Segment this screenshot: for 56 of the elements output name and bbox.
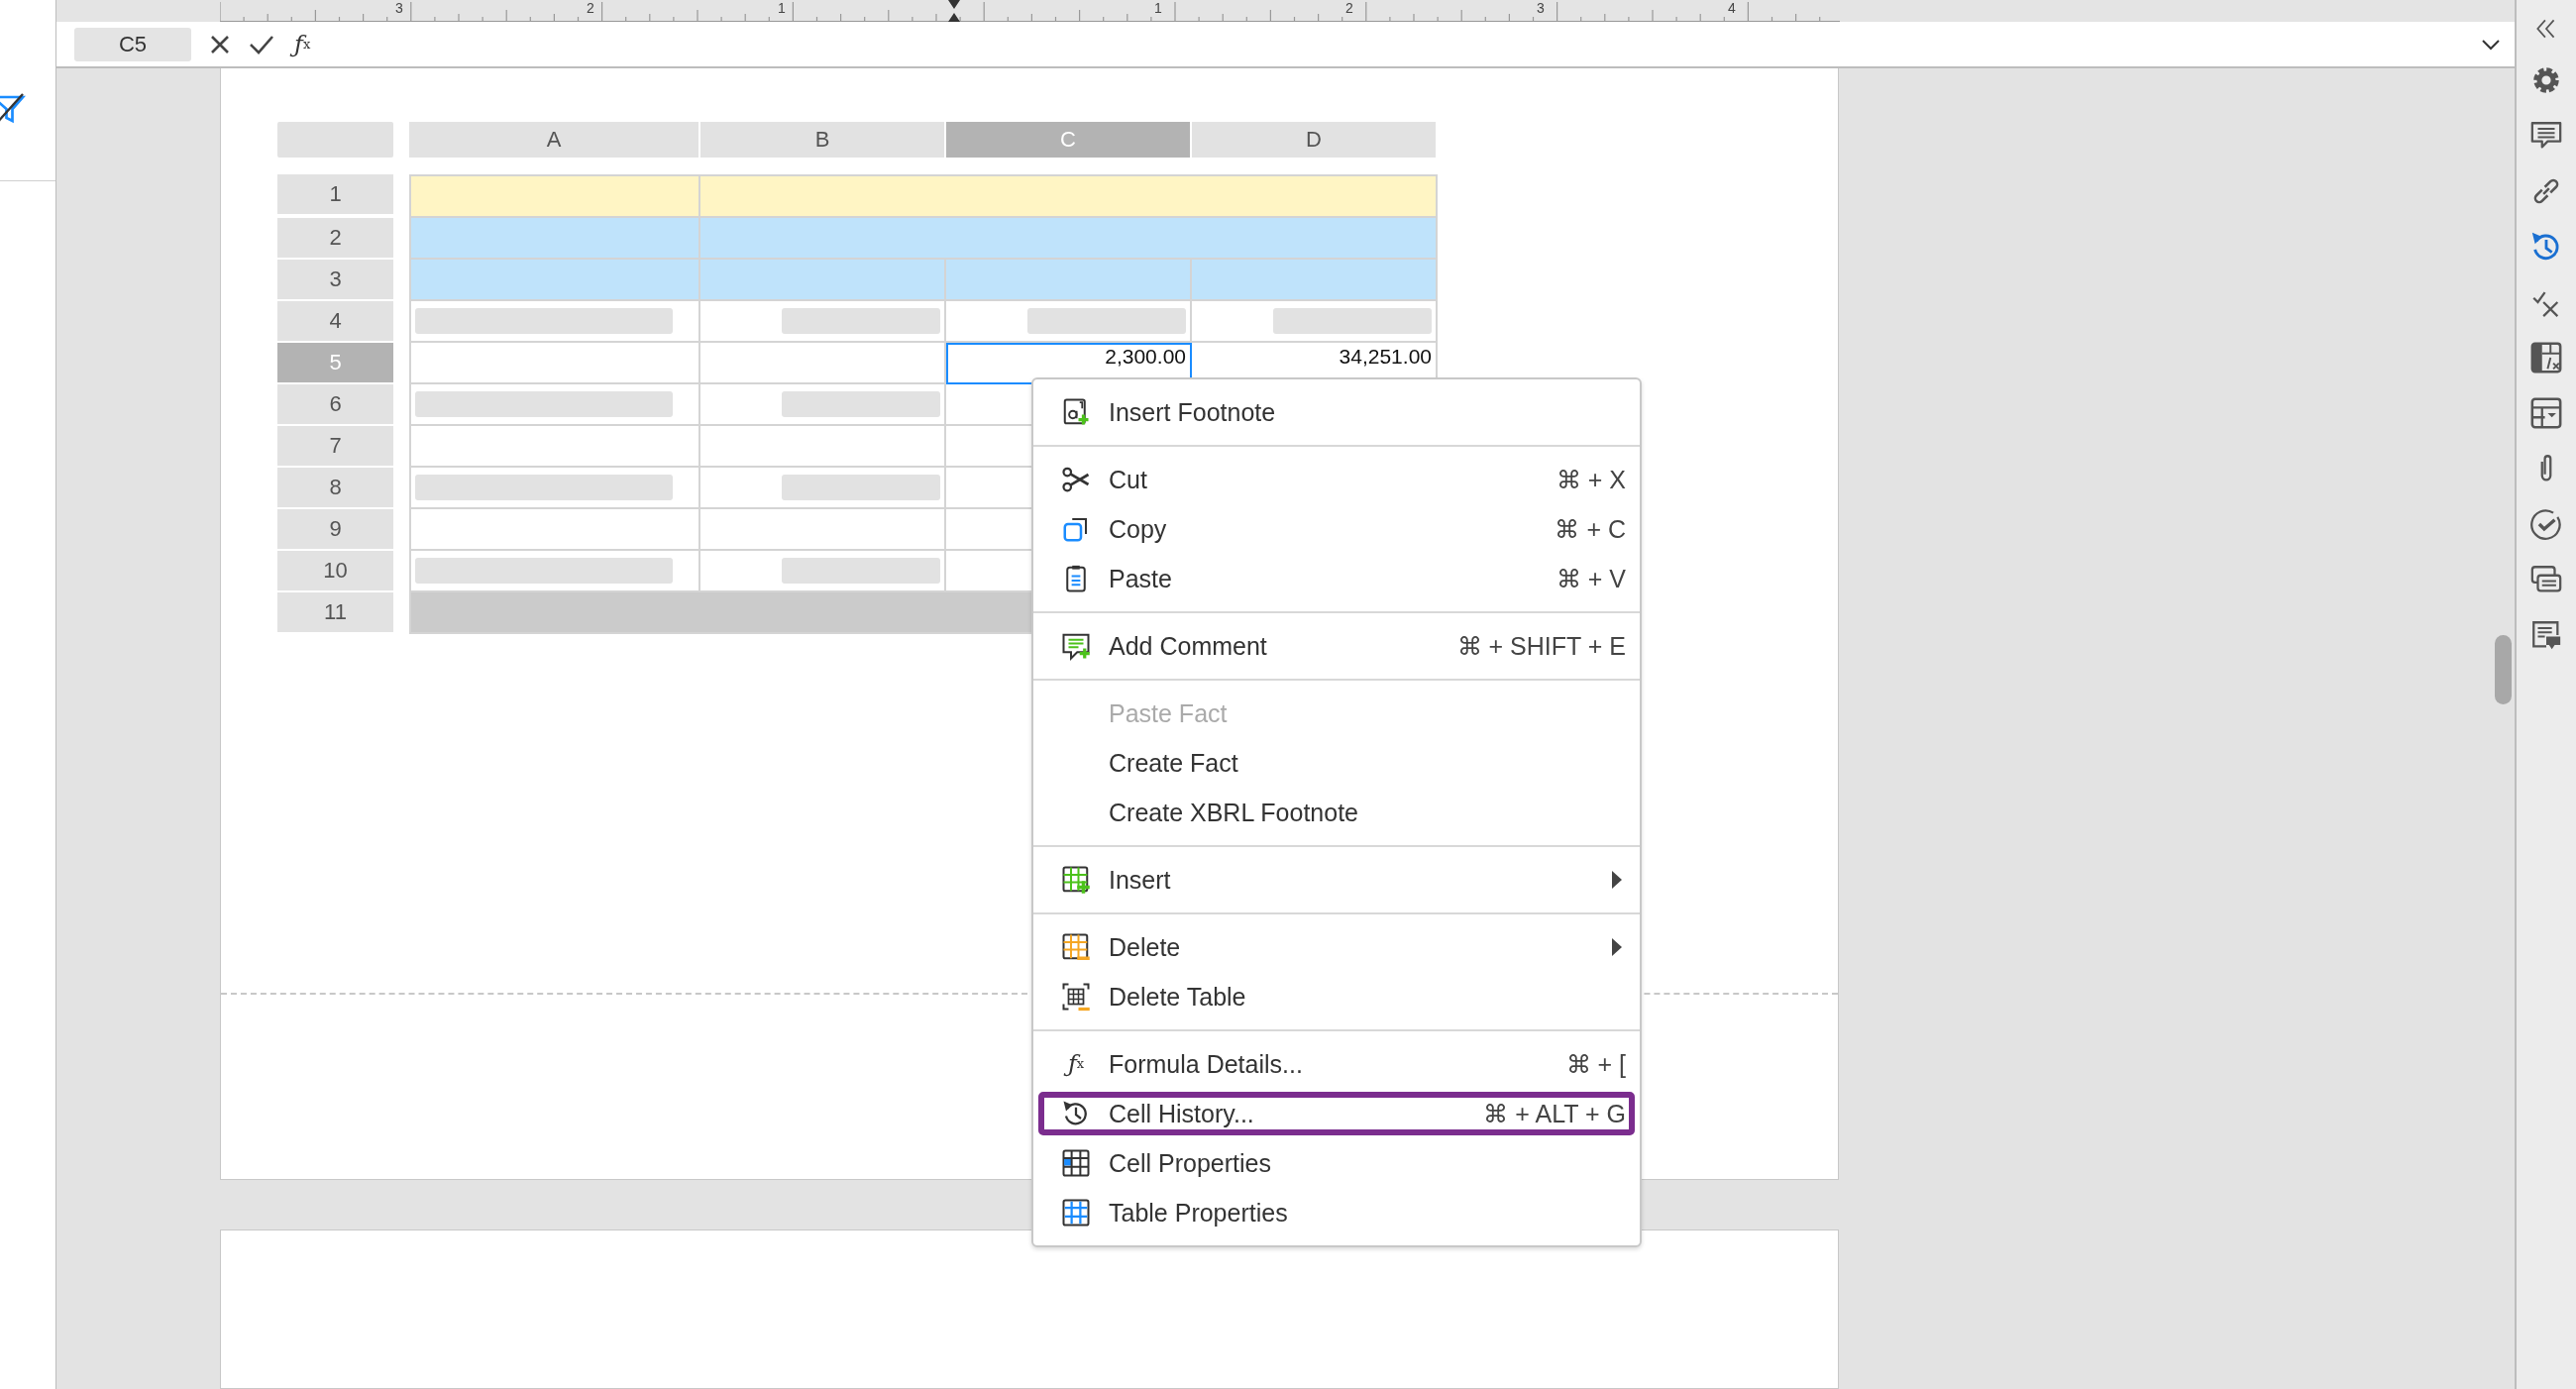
row-header[interactable]: 3	[277, 260, 393, 299]
table-minus-icon	[1061, 932, 1091, 962]
menu-item[interactable]: Copy ⌘ + C	[1033, 504, 1640, 554]
grid-icon	[1061, 1148, 1091, 1178]
chevron-down-icon[interactable]	[2481, 38, 2501, 51]
column-header[interactable]: B	[700, 122, 944, 158]
menu-item[interactable]: Cut ⌘ + X	[1033, 455, 1640, 504]
row-header[interactable]: 9	[277, 509, 393, 549]
ruler-number: 1	[778, 0, 786, 16]
row-header[interactable]: 6	[277, 384, 393, 424]
note-comment-icon[interactable]	[2529, 618, 2563, 652]
shortcut: ⌘ + SHIFT + E	[1456, 631, 1626, 661]
menu-item[interactable]: Insert Footnote	[1033, 387, 1640, 437]
menu-item[interactable]: Cell History... ⌘ + ALT + G	[1035, 1089, 1638, 1138]
cancel-icon[interactable]	[209, 33, 231, 55]
menu-item[interactable]: Delete	[1033, 922, 1640, 972]
table-grid-icon	[1061, 1198, 1091, 1228]
table-plus-icon	[1061, 865, 1091, 895]
table-delete-icon	[1061, 982, 1091, 1012]
ruler-number: 3	[395, 0, 403, 16]
comment-icon	[1061, 631, 1091, 661]
row-header[interactable]: 1	[277, 174, 393, 214]
scissors-icon	[1061, 465, 1091, 494]
ruler-number: 2	[1345, 0, 1353, 16]
indent-marker-icon[interactable]	[948, 0, 960, 22]
ruler-number: 2	[587, 0, 594, 16]
shortcut: ⌘ + V	[1556, 564, 1626, 593]
ruler-number: 1	[1154, 0, 1162, 16]
column-header[interactable]: D	[1192, 122, 1436, 158]
menu-item[interactable]: Delete Table	[1033, 972, 1640, 1021]
cell-reference-field[interactable]: C5	[74, 27, 191, 61]
menu-item[interactable]: Create XBRL Footnote	[1033, 788, 1640, 837]
footnote-icon	[1061, 397, 1091, 427]
row-header[interactable]: 7	[277, 426, 393, 466]
shortcut: ⌘ + [	[1565, 1049, 1626, 1079]
row-header[interactable]: 2	[277, 218, 393, 258]
table-formula-icon[interactable]	[2529, 341, 2563, 374]
column-header[interactable]: A	[409, 122, 698, 158]
scrollbar-thumb[interactable]	[2495, 635, 2512, 704]
row-header[interactable]: 8	[277, 468, 393, 507]
check-circle-icon[interactable]	[2529, 507, 2563, 541]
menu-item[interactable]: Add Comment ⌘ + SHIFT + E	[1033, 621, 1640, 671]
shortcut: ⌘ + ALT + G	[1483, 1099, 1626, 1128]
ruler-number: 4	[1728, 0, 1736, 16]
menu-item[interactable]: Table Properties	[1033, 1188, 1640, 1237]
menu-item[interactable]: Cell Properties	[1033, 1138, 1640, 1188]
row-header[interactable]: 10	[277, 551, 393, 590]
menu-item[interactable]: Paste ⌘ + V	[1033, 554, 1640, 603]
menu-item[interactable]: Create Fact	[1033, 738, 1640, 788]
menu-item[interactable]: Insert	[1033, 855, 1640, 905]
shortcut: ⌘ + C	[1555, 514, 1626, 544]
ruler-number: 3	[1537, 0, 1545, 16]
row-header[interactable]: 4	[277, 301, 393, 341]
shortcut: ⌘ + X	[1556, 465, 1626, 494]
row-header[interactable]: 11	[277, 592, 393, 632]
table-dropdown-icon[interactable]	[2529, 396, 2563, 430]
